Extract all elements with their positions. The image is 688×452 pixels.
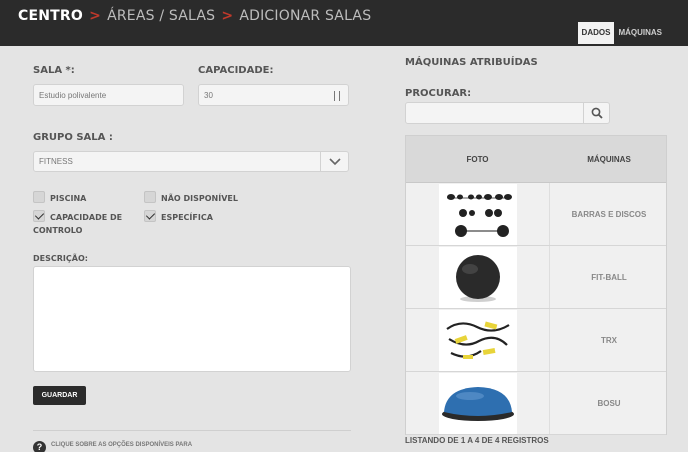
procurar-label: PROCURAR:: [405, 88, 472, 99]
help-text: CLIQUE SOBRE AS OPÇÕES DISPONÍVEIS PARA: [51, 442, 193, 448]
table-row[interactable]: BOSU: [406, 372, 666, 435]
tab-bar: DADOS MÁQUINAS: [577, 22, 666, 44]
especifica-checkbox[interactable]: [144, 210, 156, 222]
machine-name: FIT-BALL: [591, 273, 627, 282]
nao-disponivel-label: NÃO DISPONÍVEL: [161, 194, 238, 203]
breadcrumb: CENTRO > ÁREAS / SALAS > ADICIONAR SALAS: [18, 8, 371, 24]
sala-label: SALA *:: [33, 65, 75, 76]
sala-value: Estudio polivalente: [39, 90, 107, 100]
fitball-photo-icon: [439, 247, 517, 308]
stepper-arrows-icon[interactable]: [334, 91, 340, 101]
help-icon[interactable]: ?: [33, 441, 46, 452]
machine-name: BOSU: [597, 399, 621, 408]
breadcrumb-areas-salas[interactable]: ÁREAS / SALAS: [107, 8, 215, 24]
top-bar: CENTRO > ÁREAS / SALAS > ADICIONAR SALAS…: [0, 0, 688, 46]
descricao-textarea[interactable]: [33, 266, 351, 372]
breadcrumb-centro[interactable]: CENTRO: [18, 8, 83, 24]
capacidade-stepper[interactable]: 30: [198, 84, 349, 106]
nao-disponivel-checkbox[interactable]: [144, 191, 156, 203]
machine-name: BARRAS E DISCOS: [571, 210, 647, 219]
machines-table: FOTO MÁQUINAS BARRAS E DISCOS FIT-BALL T…: [405, 135, 667, 435]
grupo-sala-value: FITNESS: [39, 157, 73, 166]
bosu-photo-icon: [439, 373, 517, 434]
tab-dados[interactable]: DADOS: [577, 22, 615, 44]
descricao-label: DESCRIÇÃO:: [33, 254, 88, 263]
chevron-down-icon[interactable]: [320, 152, 348, 171]
grupo-sala-select[interactable]: FITNESS: [33, 151, 349, 172]
table-row[interactable]: BARRAS E DISCOS: [406, 183, 666, 246]
machine-name: TRX: [601, 336, 617, 345]
guardar-button[interactable]: GUARDAR: [33, 386, 86, 405]
piscina-checkbox[interactable]: [33, 191, 45, 203]
maquinas-atribuidas-title: MÁQUINAS ATRIBUÍDAS: [405, 57, 538, 68]
capacidade-controlo-label: CAPACIDADE DE CONTROLO: [33, 213, 123, 235]
breadcrumb-adicionar-salas: ADICIONAR SALAS: [239, 8, 372, 24]
tab-maquinas[interactable]: MÁQUINAS: [614, 22, 666, 44]
capacidade-label: CAPACIDADE:: [198, 65, 274, 76]
search-input[interactable]: [405, 102, 610, 124]
pagination-info: LISTANDO DE 1 A 4 DE 4 REGISTROS: [405, 436, 549, 445]
divider: [33, 430, 351, 431]
table-row[interactable]: FIT-BALL: [406, 246, 666, 309]
table-header: FOTO MÁQUINAS: [406, 136, 666, 183]
search-icon[interactable]: [583, 103, 609, 123]
breadcrumb-separator: >: [89, 8, 102, 24]
table-row[interactable]: TRX: [406, 309, 666, 372]
especifica-label: ESPECÍFICA: [161, 213, 213, 222]
column-header-foto[interactable]: FOTO: [406, 136, 549, 183]
barbell-photo-icon: [439, 184, 517, 245]
sala-input[interactable]: Estudio polivalente: [33, 84, 184, 106]
trx-photo-icon: [439, 310, 517, 371]
column-header-maquinas[interactable]: MÁQUINAS: [550, 136, 668, 183]
breadcrumb-separator: >: [221, 8, 234, 24]
grupo-sala-label: GRUPO SALA :: [33, 132, 113, 143]
capacidade-value: 30: [204, 90, 213, 100]
piscina-label: PISCINA: [50, 194, 87, 203]
